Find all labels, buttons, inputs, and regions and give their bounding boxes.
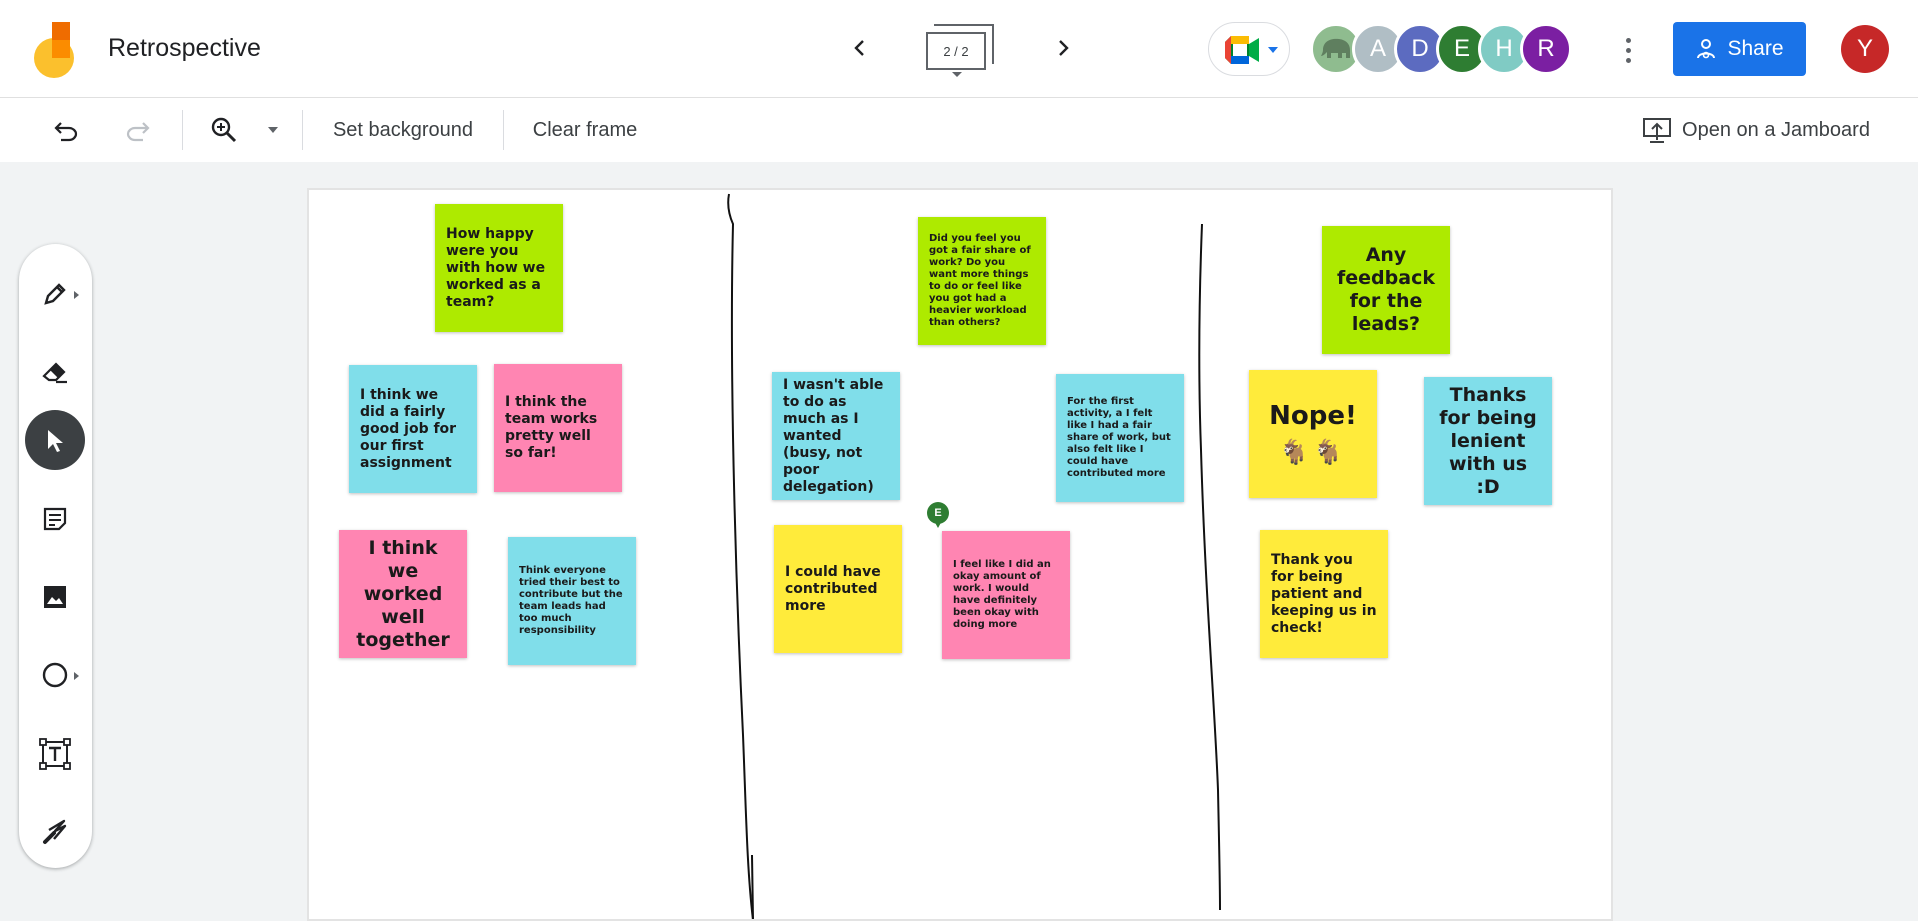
sticky-note-question-3[interactable]: Any feedback for the leads? [1322,226,1450,354]
sticky-note-text: Think everyone tried their best to contr… [519,565,623,636]
share-button[interactable]: Share [1673,22,1806,76]
toolbar-divider [182,110,183,150]
sticky-note-text: I wasn't able to do as much as I wanted … [783,376,884,495]
sticky-note[interactable]: Nope! 🐐🐐 [1249,370,1377,498]
caret-down-icon [952,72,962,77]
sticky-note-icon [43,507,67,531]
sticky-note-text: How happy were you with how we worked as… [446,225,546,310]
redo-button[interactable] [116,108,160,152]
redo-icon [126,122,150,142]
prev-frame-button[interactable] [840,28,880,68]
submenu-arrow-icon [74,291,79,299]
laser-icon [43,819,67,844]
text-box-icon [39,738,71,770]
sticky-note-question-2[interactable]: Did you feel you got a fair share of wor… [918,217,1046,345]
sticky-note[interactable]: Thank you for being patient and keeping … [1260,530,1388,658]
sticky-note-text: I think we did a fairly good job for our… [360,386,457,471]
set-background-label: Set background [332,118,474,141]
sticky-note-text: Thank you for being patient and keeping … [1271,551,1377,636]
zoom-button[interactable] [204,108,244,152]
sticky-note-text: I feel like I did an okay amount of work… [953,559,1051,630]
caret-down-icon [1268,47,1278,53]
top-bar: Retrospective 2 / 2 A D E H R Share Y [0,0,1918,98]
sticky-note[interactable]: I think we did a fairly good job for our… [349,365,477,493]
tool-panel [19,244,92,868]
chevron-right-icon [1059,40,1069,56]
frame-indicator-label: 2 / 2 [926,32,986,70]
shape-tool[interactable] [25,645,85,705]
sticky-note[interactable]: I wasn't able to do as much as I wanted … [772,372,900,500]
meet-button[interactable] [1208,22,1290,76]
sticky-note-text: Did you feel you got a fair share of wor… [929,233,1031,328]
image-icon [44,586,66,608]
eraser-tool[interactable] [25,342,85,402]
frame-toolbar: Set background Clear frame Open on a Jam… [0,98,1918,162]
goat-emoji: 🐐🐐 [1279,438,1347,466]
sticky-note[interactable]: Think everyone tried their best to contr… [508,537,636,665]
more-vert-icon [1625,37,1631,43]
toolbar-divider [503,110,504,150]
cast-icon [1643,118,1672,143]
sticky-note-text: Nope! [1269,401,1357,431]
circle-icon [42,662,68,688]
sticky-note[interactable]: I feel like I did an okay amount of work… [942,531,1070,659]
more-options-button[interactable] [1612,30,1644,70]
clear-frame-label: Clear frame [532,118,638,141]
caret-down-icon [268,127,278,133]
collaborator-cursor-marker: E [927,502,949,530]
sticky-note-text: Any feedback for the leads? [1337,244,1435,335]
sticky-note[interactable]: I think the team works pretty well so fa… [494,364,622,492]
jamboard-logo-icon[interactable] [34,22,74,78]
select-tool[interactable] [25,410,85,470]
chevron-left-icon [854,40,864,56]
set-background-button[interactable]: Set background [318,108,488,152]
account-avatar[interactable]: Y [1841,25,1889,73]
zoom-in-icon [211,117,237,143]
google-meet-icon [1225,36,1259,64]
toolbar-divider [302,110,303,150]
next-frame-button[interactable] [1043,28,1083,68]
laser-tool[interactable] [25,802,85,862]
share-person-icon [1697,39,1716,59]
image-tool[interactable] [25,567,85,627]
clear-frame-button[interactable]: Clear frame [518,108,652,152]
collaborator-avatar[interactable]: R [1520,23,1572,75]
frame-indicator-button[interactable]: 2 / 2 [926,24,996,77]
sticky-note-text: I could have contributed more [785,563,881,614]
elephant-icon [1321,38,1350,58]
sticky-note-text: I think we worked well together [356,536,450,651]
eraser-icon [42,362,67,384]
text-box-tool[interactable] [25,724,85,784]
sticky-note-text: For the first activity, a I felt like I … [1067,396,1171,479]
undo-button[interactable] [44,108,88,152]
jam-title[interactable]: Retrospective [108,34,261,63]
sticky-note[interactable]: I think we worked well together [339,530,467,658]
sticky-note-tool[interactable] [25,489,85,549]
undo-icon [54,122,78,142]
pen-icon [44,283,66,305]
share-label: Share [1727,37,1784,60]
sticky-note[interactable]: I could have contributed more [774,525,902,653]
submenu-arrow-icon [74,672,79,680]
cursor-arrow-icon [48,430,63,452]
sticky-note[interactable]: Thanks for being lenient with us :D [1424,377,1552,505]
sticky-note[interactable]: For the first activity, a I felt like I … [1056,374,1184,502]
sticky-note-text: Thanks for being lenient with us :D [1439,383,1537,498]
jam-canvas[interactable]: How happy were you with how we worked as… [307,188,1613,921]
sticky-note-text: I think the team works pretty well so fa… [505,394,598,461]
open-on-jamboard-label: Open on a Jamboard [1682,118,1870,141]
open-on-jamboard-button[interactable]: Open on a Jamboard [1628,108,1884,152]
pen-tool[interactable] [25,264,85,324]
zoom-dropdown-button[interactable] [258,108,288,152]
sticky-note-question-1[interactable]: How happy were you with how we worked as… [435,204,563,332]
